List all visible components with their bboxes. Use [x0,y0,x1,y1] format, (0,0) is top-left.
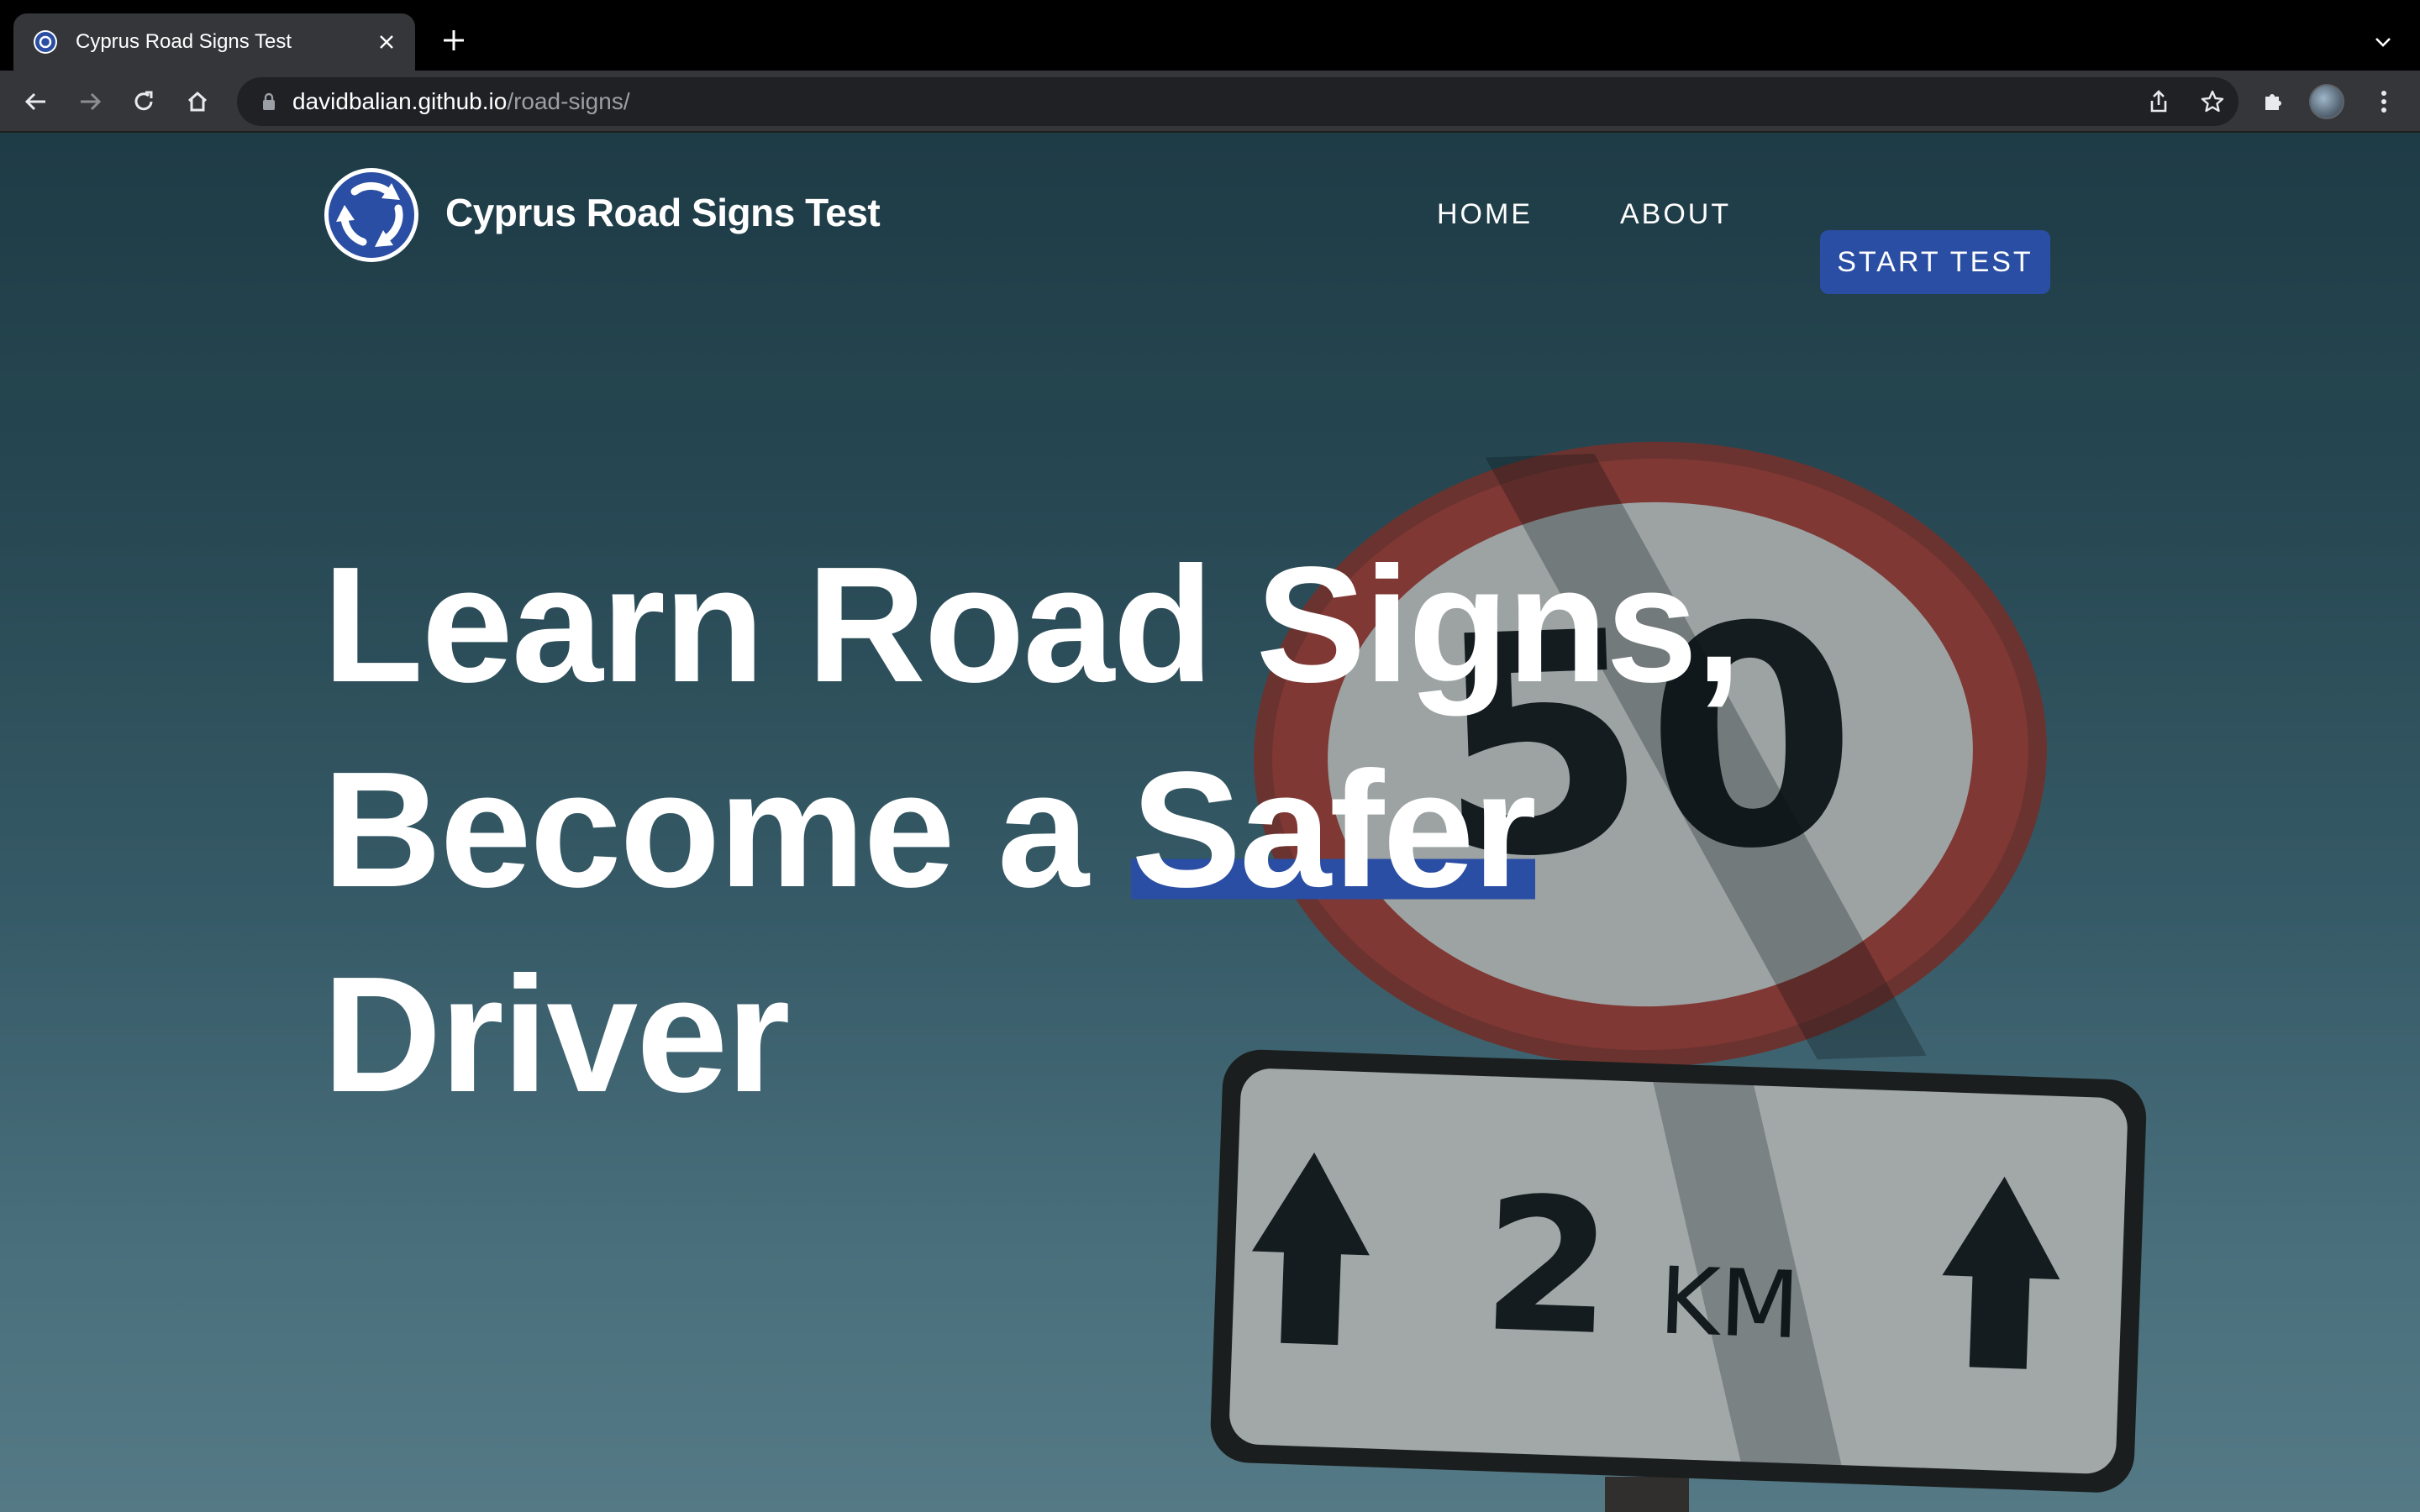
lock-icon[interactable] [257,90,281,113]
hero-line-3: Driver [323,942,791,1126]
url-path: /road-signs/ [507,88,630,114]
forward-arrow-icon[interactable] [71,82,109,121]
roundabout-logo-icon[interactable] [323,166,420,264]
tab-search-chevron-icon[interactable] [2368,27,2398,57]
start-test-button[interactable]: START TEST [1820,230,2050,294]
hero-line-2: Become a Safer [323,727,1667,932]
site-navbar: Cyprus Road Signs Test HOME ABOUT START … [323,166,2050,294]
url-text: davidbalian.github.io/road-signs/ [292,88,630,115]
share-icon[interactable] [2139,82,2178,121]
profile-avatar[interactable] [2309,84,2344,119]
back-arrow-icon[interactable] [17,82,55,121]
hero-headline: Learn Road Signs, Become a Safer Driver [323,522,1742,1137]
hero-line-1: Learn Road Signs, [323,533,1742,717]
site-brand-name[interactable]: Cyprus Road Signs Test [445,190,881,235]
roundabout-favicon-icon [32,29,59,55]
kebab-menu-icon[interactable] [2365,82,2403,121]
reload-icon[interactable] [124,82,163,121]
tab-title: Cyprus Road Signs Test [76,30,292,53]
new-tab-plus-icon[interactable] [439,25,469,55]
puzzle-icon[interactable] [2254,82,2292,121]
browser-toolbar: davidbalian.github.io/road-signs/ [0,71,2420,133]
close-tab-icon[interactable] [373,29,400,55]
star-icon[interactable] [2193,82,2232,121]
url-domain: davidbalian.github.io [292,88,508,114]
browser-tab-strip: Cyprus Road Signs Test [0,0,2420,71]
nav-home-link[interactable]: HOME [1437,198,1533,231]
home-icon[interactable] [178,82,217,121]
page-viewport: 50 2 KM Cyprus Road Signs Test HOME ABOU… [0,133,2420,1512]
browser-tab[interactable]: Cyprus Road Signs Test [13,13,415,71]
hero-line-2-text: Become a [323,738,1132,921]
nav-about-link[interactable]: ABOUT [1620,198,1731,231]
address-bar[interactable]: davidbalian.github.io/road-signs/ [237,77,2238,126]
hero-highlight-word: Safer [1131,738,1537,921]
